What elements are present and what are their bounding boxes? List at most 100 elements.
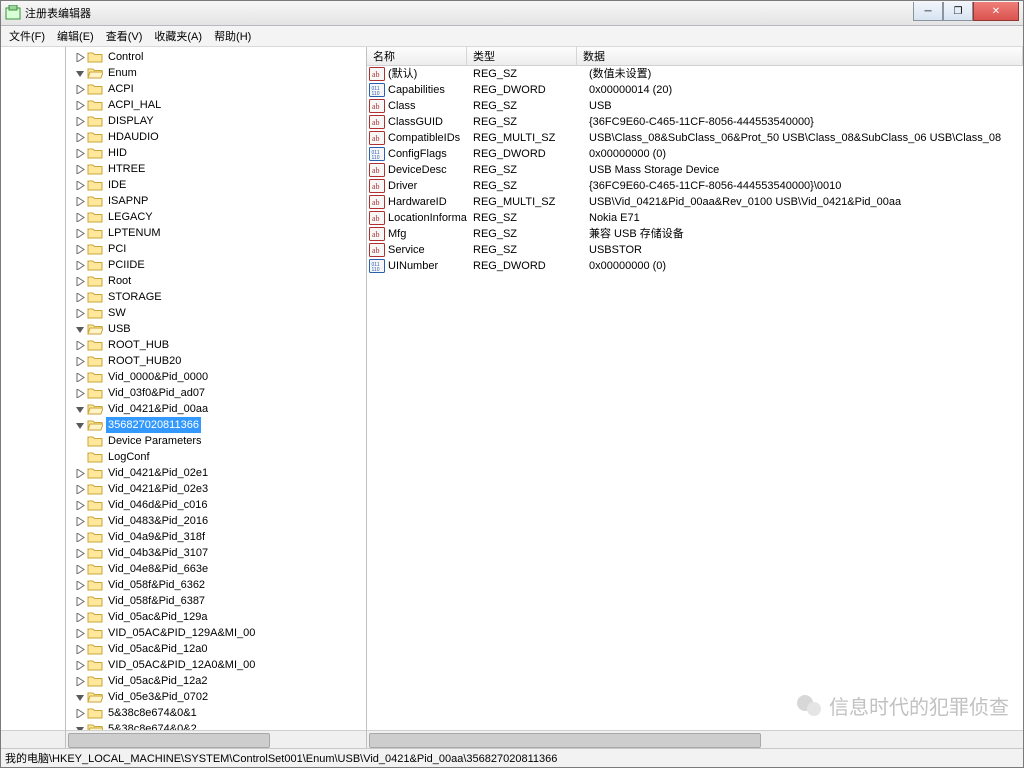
tree-item-label[interactable]: PCI (106, 241, 128, 257)
tree-item-label[interactable]: Vid_0000&Pid_0000 (106, 369, 210, 385)
value-row[interactable]: DriverREG_SZ{36FC9E60-C465-11CF-8056-444… (367, 178, 1023, 194)
tree-item-label[interactable]: 356827020811366 (106, 417, 201, 433)
value-name[interactable]: Service (388, 242, 467, 258)
tree-item-label[interactable]: ROOT_HUB20 (106, 353, 183, 369)
tree-item[interactable]: VID_05AC&PID_129A&MI_00 (74, 625, 366, 641)
value-name[interactable]: HardwareID (388, 194, 467, 210)
expand-toggle-icon[interactable] (74, 483, 86, 495)
tree-item[interactable]: LEGACY (74, 209, 366, 225)
menu-view[interactable]: 查看(V) (100, 26, 149, 46)
expand-toggle-icon[interactable] (74, 243, 86, 255)
tree-item[interactable]: Control (74, 49, 366, 65)
tree-item[interactable]: Vid_0421&Pid_00aa (74, 401, 366, 417)
tree-item[interactable]: HDAUDIO (74, 129, 366, 145)
value-row[interactable]: ClassGUIDREG_SZ{36FC9E60-C465-11CF-8056-… (367, 114, 1023, 130)
tree-item[interactable]: Vid_03f0&Pid_ad07 (74, 385, 366, 401)
expand-toggle-icon[interactable] (74, 691, 86, 703)
expand-toggle-icon[interactable] (74, 515, 86, 527)
value-name[interactable]: Driver (388, 178, 467, 194)
tree-item-label[interactable]: ROOT_HUB (106, 337, 171, 353)
tree-item-label[interactable]: Vid_0421&Pid_00aa (106, 401, 210, 417)
tree-item[interactable]: PCI (74, 241, 366, 257)
expand-toggle-icon[interactable] (74, 211, 86, 223)
tree-item-label[interactable]: HID (106, 145, 129, 161)
tree-item-label[interactable]: Vid_0421&Pid_02e1 (106, 465, 210, 481)
expand-toggle-icon[interactable] (74, 179, 86, 191)
tree-item[interactable]: Vid_058f&Pid_6362 (74, 577, 366, 593)
expand-toggle-icon[interactable] (74, 291, 86, 303)
tree-item[interactable]: SW (74, 305, 366, 321)
tree-item-label[interactable]: Vid_05ac&Pid_12a0 (106, 641, 210, 657)
expand-toggle-icon[interactable] (74, 723, 86, 730)
expand-toggle-icon[interactable] (74, 67, 86, 79)
tree-item-label[interactable]: Vid_04a9&Pid_318f (106, 529, 207, 545)
value-name[interactable]: Class (388, 98, 467, 114)
tree-item-label[interactable]: DISPLAY (106, 113, 156, 129)
menu-edit[interactable]: 编辑(E) (51, 26, 100, 46)
value-name[interactable]: Capabilities (388, 82, 467, 98)
tree-item[interactable]: Vid_05ac&Pid_12a0 (74, 641, 366, 657)
expand-toggle-icon[interactable] (74, 131, 86, 143)
expand-toggle-icon[interactable] (74, 355, 86, 367)
tree-item-label[interactable]: Device Parameters (106, 433, 204, 449)
tree-item[interactable]: ROOT_HUB (74, 337, 366, 353)
expand-toggle-icon[interactable] (74, 195, 86, 207)
value-row[interactable]: MfgREG_SZ兼容 USB 存储设备 (367, 226, 1023, 242)
tree-item[interactable]: Vid_046d&Pid_c016 (74, 497, 366, 513)
expand-toggle-icon[interactable] (74, 83, 86, 95)
value-row[interactable]: ServiceREG_SZUSBSTOR (367, 242, 1023, 258)
tree-item[interactable]: PCIIDE (74, 257, 366, 273)
expand-toggle-icon[interactable] (74, 579, 86, 591)
value-name[interactable]: LocationInformation (388, 210, 467, 226)
tree-item-label[interactable]: LEGACY (106, 209, 155, 225)
tree-item[interactable]: Vid_0421&Pid_02e3 (74, 481, 366, 497)
tree-item[interactable]: LPTENUM (74, 225, 366, 241)
tree-h-scrollbar[interactable] (66, 730, 366, 748)
expand-toggle-icon[interactable] (74, 275, 86, 287)
tree-item-label[interactable]: ACPI_HAL (106, 97, 163, 113)
tree-item[interactable]: Enum (74, 65, 366, 81)
tree-item[interactable]: Vid_0421&Pid_02e1 (74, 465, 366, 481)
tree-item-label[interactable]: Vid_0483&Pid_2016 (106, 513, 210, 529)
tree-item-label[interactable]: Vid_03f0&Pid_ad07 (106, 385, 207, 401)
value-row[interactable]: HardwareIDREG_MULTI_SZUSB\Vid_0421&Pid_0… (367, 194, 1023, 210)
expand-toggle-icon[interactable] (74, 531, 86, 543)
tree-item[interactable]: HID (74, 145, 366, 161)
tree-item-label[interactable]: PCIIDE (106, 257, 147, 273)
tree-item[interactable]: ACPI_HAL (74, 97, 366, 113)
expand-toggle-icon[interactable] (74, 323, 86, 335)
expand-toggle-icon[interactable] (74, 227, 86, 239)
tree-item[interactable]: Vid_05e3&Pid_0702 (74, 689, 366, 705)
expand-toggle-icon[interactable] (74, 643, 86, 655)
registry-tree[interactable]: ControlEnumACPIACPI_HALDISPLAYHDAUDIOHID… (66, 47, 366, 730)
tree-item[interactable]: VID_05AC&PID_12A0&MI_00 (74, 657, 366, 673)
tree-item-label[interactable]: Vid_04e8&Pid_663e (106, 561, 210, 577)
col-name[interactable]: 名称 (367, 46, 467, 66)
expand-toggle-icon[interactable] (74, 163, 86, 175)
col-data[interactable]: 数据 (577, 46, 1023, 66)
tree-item-label[interactable]: ACPI (106, 81, 136, 97)
value-name[interactable]: (默认) (388, 66, 467, 82)
value-name[interactable]: ClassGUID (388, 114, 467, 130)
value-row[interactable]: UINumberREG_DWORD0x00000000 (0) (367, 258, 1023, 274)
tree-item[interactable]: Vid_05ac&Pid_129a (74, 609, 366, 625)
col-type[interactable]: 类型 (467, 46, 577, 66)
value-name[interactable]: ConfigFlags (388, 146, 467, 162)
expand-toggle-icon[interactable] (74, 467, 86, 479)
tree-item[interactable]: STORAGE (74, 289, 366, 305)
tree-item-label[interactable]: 5&38c8e674&0&2 (106, 721, 199, 730)
menu-favorites[interactable]: 收藏夹(A) (148, 26, 208, 46)
tree-item-label[interactable]: 5&38c8e674&0&1 (106, 705, 199, 721)
maximize-button[interactable]: ❐ (943, 2, 973, 21)
expand-toggle-icon[interactable] (74, 371, 86, 383)
tree-item[interactable]: USB (74, 321, 366, 337)
expand-toggle-icon[interactable] (74, 307, 86, 319)
tree-item[interactable]: ROOT_HUB20 (74, 353, 366, 369)
value-row[interactable]: CompatibleIDsREG_MULTI_SZUSB\Class_08&Su… (367, 130, 1023, 146)
tree-item-label[interactable]: HDAUDIO (106, 129, 161, 145)
tree-item-label[interactable]: Control (106, 49, 145, 65)
tree-item-label[interactable]: Enum (106, 65, 139, 81)
minimize-button[interactable]: ─ (913, 2, 943, 21)
expand-toggle-icon[interactable] (74, 627, 86, 639)
tree-item-label[interactable]: SW (106, 305, 128, 321)
